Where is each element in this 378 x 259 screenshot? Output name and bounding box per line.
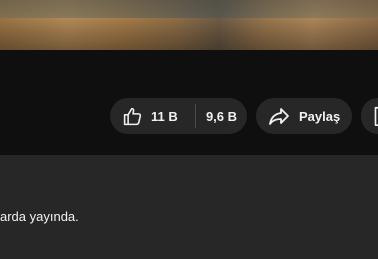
- save-or-clip-icon: [371, 105, 378, 127]
- like-dislike-group: 11 B 9,6 B: [110, 98, 247, 134]
- video-player-frame[interactable]: [0, 0, 378, 50]
- share-label: Paylaş: [299, 108, 341, 124]
- like-button[interactable]: 11 B: [110, 98, 195, 134]
- video-action-bar: 11 B 9,6 B Paylaş: [0, 50, 378, 155]
- dislike-button[interactable]: 9,6 B: [196, 98, 247, 134]
- dislike-count: 9,6 B: [205, 108, 238, 124]
- description-panel[interactable]: arda yayında.: [0, 155, 378, 259]
- thumbs-up-icon: [122, 106, 143, 127]
- description-text: arda yayında.: [0, 209, 79, 224]
- video-page: 11 B 9,6 B Paylaş arda yayında.: [0, 0, 378, 259]
- like-count: 11 B: [151, 108, 178, 124]
- share-button[interactable]: Paylaş: [256, 98, 352, 134]
- share-arrow-icon: [267, 104, 291, 128]
- save-button[interactable]: [361, 98, 378, 134]
